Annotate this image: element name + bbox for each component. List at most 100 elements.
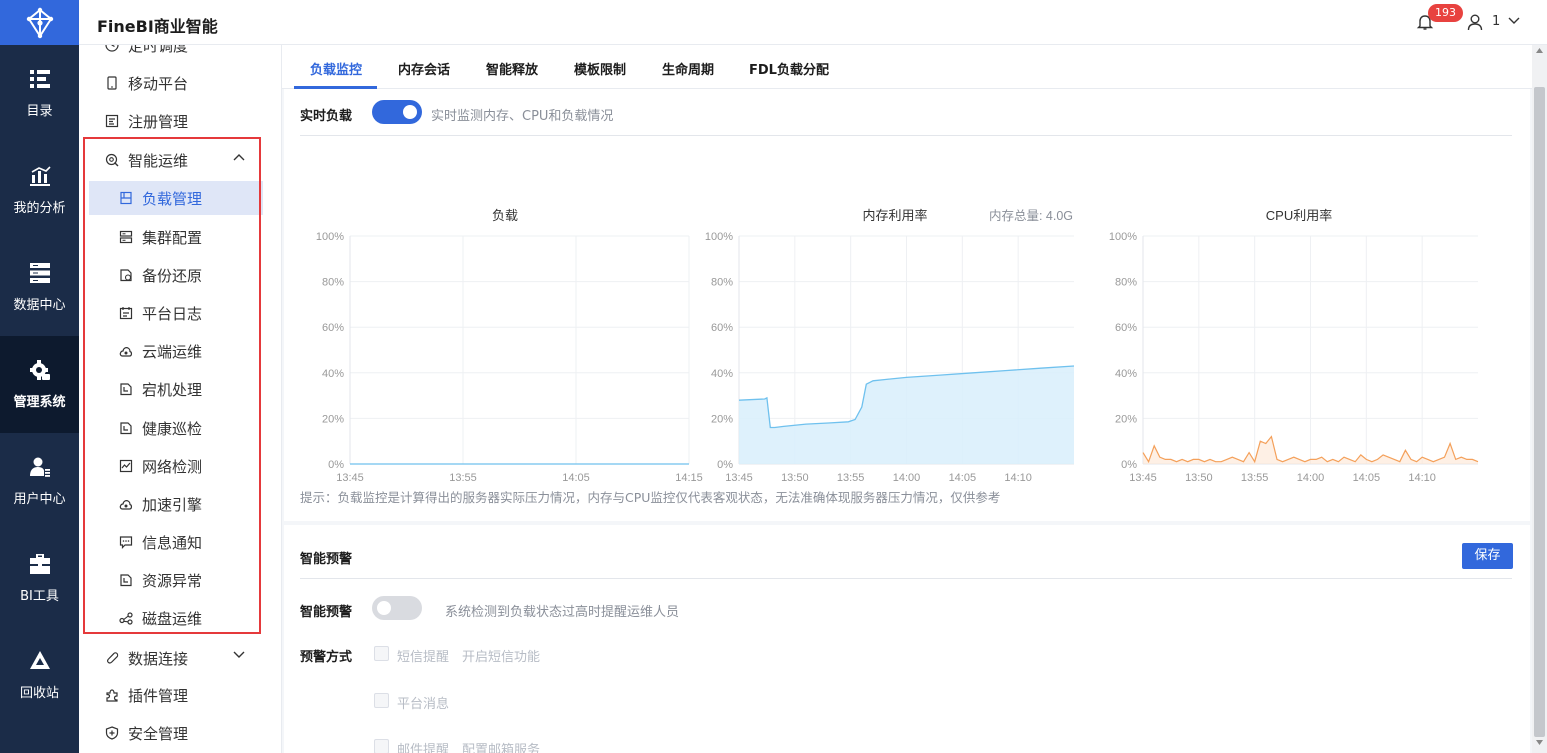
- rail-item-user-center[interactable]: 用户中心: [0, 433, 79, 530]
- realtime-label: 实时负载: [300, 109, 353, 124]
- platform-message-checkbox[interactable]: [374, 693, 389, 708]
- x-tick-label: 13:45: [725, 472, 753, 484]
- sidebar-item-label: 负载管理: [142, 189, 203, 208]
- rail-item-bi-tools[interactable]: BI工具: [0, 530, 79, 627]
- data-center-icon: [29, 263, 50, 283]
- x-tick-label: 14:15: [675, 472, 703, 484]
- recycle-icon: [29, 651, 50, 669]
- x-tick-label: 14:05: [562, 472, 590, 484]
- chart-title: 内存利用率: [862, 208, 927, 223]
- tab-smart-release[interactable]: 智能释放: [486, 59, 538, 78]
- scroll-up-icon[interactable]: [1536, 48, 1543, 53]
- sidebar-item-cluster[interactable]: 集群配置: [79, 220, 281, 254]
- sidebar-item-downtime[interactable]: 宕机处理: [79, 372, 281, 406]
- network-icon: [119, 459, 133, 473]
- rail-item-data-center[interactable]: 数据中心: [0, 239, 79, 336]
- sidebar-item-disk[interactable]: 磁盘运维: [79, 601, 281, 635]
- chart-title: 负载: [492, 208, 518, 223]
- sidebar-item-label: 网络检测: [142, 457, 203, 476]
- sidebar-item-label: 宕机处理: [142, 380, 203, 399]
- email-checkbox[interactable]: [374, 739, 389, 753]
- toggle-knob: [403, 105, 417, 119]
- sidebar-item-register[interactable]: 注册管理: [79, 104, 281, 138]
- finebi-logo[interactable]: [0, 0, 79, 45]
- sidebar-item-network[interactable]: 网络检测: [79, 449, 281, 483]
- sms-checkbox[interactable]: [374, 646, 389, 661]
- y-tick-label: 60%: [1115, 322, 1137, 334]
- link-icon: [107, 652, 119, 664]
- tab-template-limit[interactable]: 模板限制: [574, 59, 626, 78]
- alert-method-label: 预警方式: [300, 650, 353, 665]
- sidebar-item-label: 健康巡检: [142, 419, 203, 438]
- alert-toggle[interactable]: [372, 596, 422, 620]
- logo-icon: [26, 7, 53, 38]
- sidebar-item-label: 数据连接: [128, 649, 189, 668]
- sidebar-item-resource[interactable]: 资源异常: [79, 563, 281, 597]
- admin-gear-icon: [29, 360, 50, 380]
- tab-load-monitor[interactable]: 负载监控: [310, 59, 362, 78]
- rail-item-admin[interactable]: 管理系统: [0, 336, 79, 433]
- cpu-chart: CPU利用率 100% 80% 60% 40% 20% 0%13:45 13:50 13:55 1…: [1109, 208, 1479, 484]
- rail-item-analysis[interactable]: 我的分析: [0, 142, 79, 239]
- y-tick-label: 80%: [1115, 277, 1137, 289]
- chart-title: CPU利用率: [1266, 208, 1332, 223]
- tab-bar: 负载监控 内存会话 智能释放 模板限制 生命周期 FDL负载分配: [282, 45, 1532, 89]
- sidebar-item-engine[interactable]: 加速引擎: [79, 487, 281, 521]
- admin-sidebar: 定时调度 移动平台 注册管理 智能运维 负载管理 集群配置 备份还原 平台日志 …: [79, 45, 282, 753]
- scroll-down-icon[interactable]: [1536, 740, 1543, 745]
- alert-section-title: 智能预警: [300, 552, 353, 567]
- divider: [300, 135, 1512, 136]
- y-tick-label: 100%: [316, 231, 344, 243]
- email-config-link[interactable]: 配置邮箱服务: [462, 739, 540, 753]
- sidebar-item-log[interactable]: 平台日志: [79, 296, 281, 330]
- sidebar-item-label: 插件管理: [128, 686, 189, 705]
- rail-label: 数据中心: [13, 298, 66, 313]
- sidebar-item-security[interactable]: 安全管理: [79, 716, 281, 750]
- memory-area: [739, 366, 1074, 464]
- x-tick-label: 13:50: [1185, 472, 1213, 484]
- rail-item-catalog[interactable]: 目录: [0, 45, 79, 142]
- sidebar-item-mobile[interactable]: 移动平台: [79, 66, 281, 100]
- resource-icon: [120, 574, 132, 587]
- user-name[interactable]: 1: [1492, 14, 1500, 29]
- sidebar-item-plugin[interactable]: 插件管理: [79, 678, 281, 712]
- divider: [300, 578, 1512, 579]
- engine-icon: [119, 500, 133, 510]
- user-dropdown[interactable]: [1508, 17, 1520, 25]
- tab-lifecycle[interactable]: 生命周期: [662, 59, 714, 78]
- user-menu[interactable]: [1467, 14, 1483, 31]
- app-rail: 目录 我的分析 数据中心 管理系统 用户中心 BI工具 回收站: [0, 0, 79, 753]
- sidebar-item-notification[interactable]: 信息通知: [79, 525, 281, 559]
- y-tick-label: 100%: [1109, 231, 1137, 243]
- sidebar-item-load-management[interactable]: 负载管理: [89, 181, 263, 215]
- rail-label: 我的分析: [13, 201, 66, 216]
- y-tick-label: 80%: [711, 277, 733, 289]
- tab-memory-session[interactable]: 内存会话: [398, 59, 450, 78]
- cloud-ops-icon: [119, 347, 133, 357]
- sidebar-item-smart-ops[interactable]: 智能运维: [79, 143, 281, 177]
- x-tick-label: 13:50: [781, 472, 809, 484]
- sidebar-item-backup[interactable]: 备份还原: [79, 258, 281, 292]
- x-tick-label: 14:00: [1297, 472, 1325, 484]
- sidebar-item-label: 定时调度: [128, 45, 189, 55]
- user-icon: [1467, 14, 1483, 31]
- sidebar-item-data-connection[interactable]: 数据连接: [79, 641, 281, 675]
- rail-label: 用户中心: [13, 492, 66, 507]
- scrollbar-thumb[interactable]: [1534, 87, 1545, 737]
- sms-enable-link[interactable]: 开启短信功能: [462, 646, 540, 665]
- save-button[interactable]: 保存: [1462, 543, 1513, 569]
- smart-alert-panel: 智能预警 保存 智能预警 系统检测到负载状态过高时提醒运维人员 预警方式 短信提…: [284, 525, 1530, 753]
- y-tick-label: 80%: [322, 277, 344, 289]
- load-chart: 负载 100% 80% 60% 40% 20% 0%13:45 13:55 14:05 14:15: [316, 208, 703, 484]
- rail-label: BI工具: [20, 589, 59, 604]
- tab-fdl-load[interactable]: FDL负载分配: [749, 59, 829, 78]
- y-tick-label: 40%: [711, 368, 733, 380]
- sidebar-item-health-check[interactable]: 健康巡检: [79, 411, 281, 445]
- rail-item-recycle[interactable]: 回收站: [0, 627, 79, 724]
- page-scrollbar[interactable]: [1532, 45, 1547, 753]
- sidebar-item-schedule[interactable]: 定时调度: [79, 45, 281, 62]
- message-icon: [119, 536, 133, 549]
- realtime-toggle[interactable]: [372, 100, 422, 124]
- sidebar-item-label: 智能运维: [128, 151, 189, 170]
- sidebar-item-cloud-ops[interactable]: 云端运维: [79, 334, 281, 368]
